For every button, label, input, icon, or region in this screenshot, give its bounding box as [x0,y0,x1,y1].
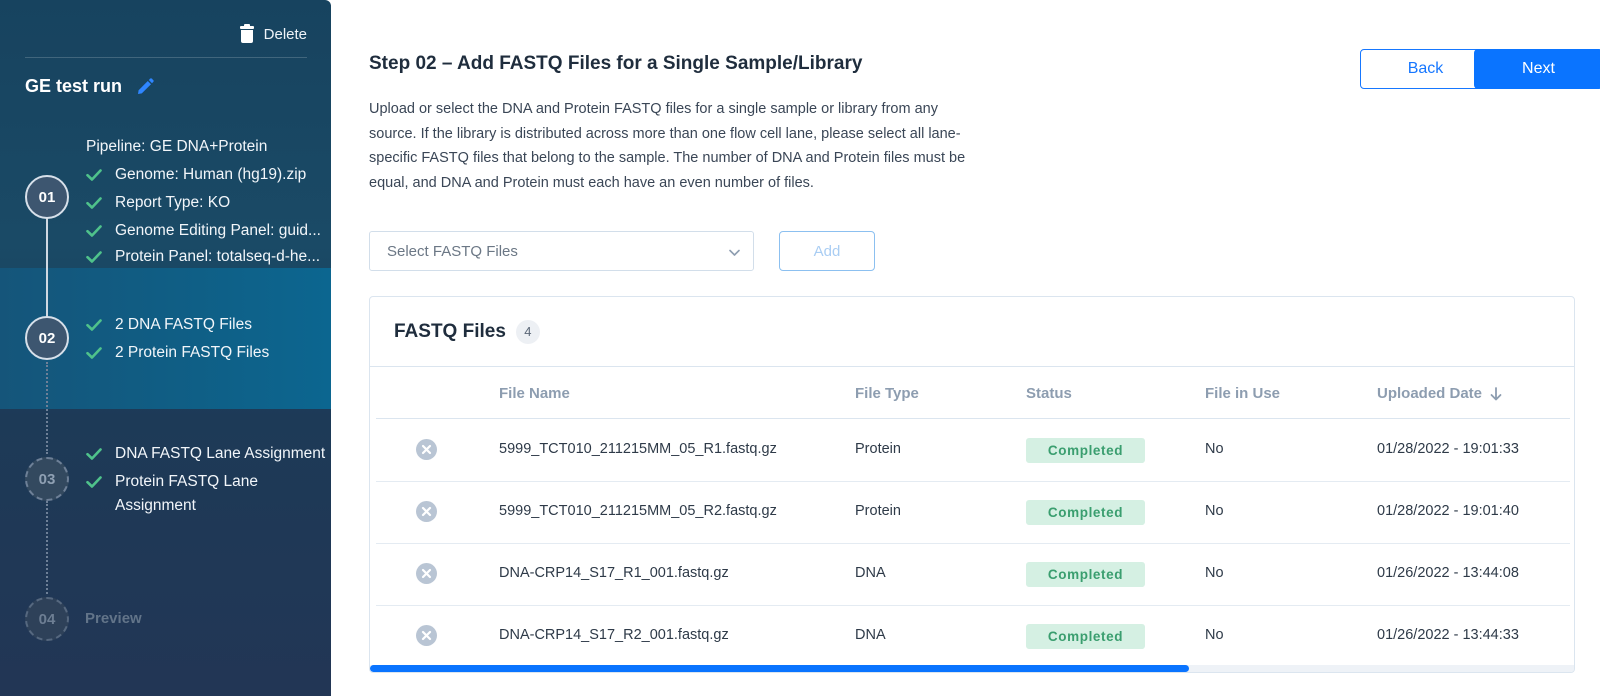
file-name-cell: DNA-CRP14_S17_R1_001.fastq.gz [499,565,729,581]
step-03-protein-lane: Protein FASTQ Lane Assignment [86,470,331,518]
file-count-badge: 4 [515,319,540,344]
trash-icon [239,24,254,43]
step-01-summary[interactable]: Pipeline: GE DNA+Protein Genome: Human (… [86,133,321,269]
fastq-file-select[interactable]: Select FASTQ Files [369,231,754,271]
step-01-report-type: Report Type: KO [86,189,321,217]
column-header-file-name[interactable]: File Name [499,385,570,402]
in-use-cell: No [1205,627,1224,643]
panel-title: FASTQ Files [394,320,506,342]
remove-circle-icon[interactable] [416,563,437,584]
main-content: Step 02 – Add FASTQ Files for a Single S… [331,0,1600,696]
step-01-protein-panel: Protein Panel: totalseq-d-he... [86,245,321,269]
in-use-cell: No [1205,441,1224,457]
uploaded-date-cell: 01/28/2022 - 19:01:33 [1377,441,1519,457]
step-03-summary[interactable]: DNA FASTQ Lane Assignment Protein FASTQ … [86,440,331,518]
step-02-dna-files: 2 DNA FASTQ Files [86,311,269,339]
file-type-cell: DNA [855,627,886,643]
file-name-cell: 5999_TCT010_211215MM_05_R1.fastq.gz [499,441,777,457]
check-icon [86,476,102,488]
next-button[interactable]: Next [1474,49,1600,89]
remove-circle-icon[interactable] [416,439,437,460]
step-02-protein-files: 2 Protein FASTQ Files [86,339,269,367]
step-02-indicator[interactable]: 02 [25,316,69,360]
check-icon [86,197,102,209]
step-03-indicator[interactable]: 03 [25,457,69,501]
status-badge: Completed [1026,438,1145,463]
uploaded-date-cell: 01/28/2022 - 19:01:40 [1377,503,1519,519]
remove-circle-icon[interactable] [416,625,437,646]
column-header-status[interactable]: Status [1026,385,1072,402]
step-04-indicator[interactable]: 04 [25,597,69,641]
file-name-cell: DNA-CRP14_S17_R2_001.fastq.gz [499,627,729,643]
step-03-dna-lane: DNA FASTQ Lane Assignment [86,440,331,468]
check-icon [86,251,102,263]
step-02-protein-files-label: 2 Protein FASTQ Files [115,344,270,361]
step-01-protein-panel-label: Protein Panel: totalseq-d-he... [115,248,321,265]
run-name: GE test run [25,76,123,96]
timeline-connector-future [46,501,48,594]
check-icon [86,319,102,331]
table-row: 5999_TCT010_211215MM_05_R2.fastq.gz Prot… [376,482,1570,544]
run-title: GE test run [25,76,154,97]
status-badge: Completed [1026,500,1145,525]
check-icon [86,347,102,359]
chevron-down-icon [729,245,740,256]
horizontal-scrollbar[interactable] [370,665,1574,672]
pencil-icon[interactable] [136,77,154,96]
column-header-file-type[interactable]: File Type [855,385,919,402]
status-badge: Completed [1026,624,1145,649]
table-row: DNA-CRP14_S17_R1_001.fastq.gz DNA Comple… [376,544,1570,606]
step-01-pipeline: Pipeline: GE DNA+Protein [86,138,268,155]
panel-header: FASTQ Files 4 [370,297,1574,367]
file-type-cell: Protein [855,441,901,457]
timeline-connector-pending [46,362,48,454]
step-01-indicator[interactable]: 01 [25,175,69,219]
file-name-cell: 5999_TCT010_211215MM_05_R2.fastq.gz [499,503,777,519]
page-title: Step 02 – Add FASTQ Files for a Single S… [369,53,863,74]
fastq-files-panel: FASTQ Files 4 File Name File Type Status… [369,296,1575,673]
uploaded-date-cell: 01/26/2022 - 13:44:08 [1377,565,1519,581]
table-row: DNA-CRP14_S17_R2_001.fastq.gz DNA Comple… [376,606,1570,668]
table-row: 5999_TCT010_211215MM_05_R1.fastq.gz Prot… [376,420,1570,482]
back-button[interactable]: Back [1360,49,1491,89]
step-01-genome: Genome: Human (hg19).zip [86,161,321,189]
column-header-file-in-use[interactable]: File in Use [1205,385,1280,402]
delete-button[interactable]: Delete [239,24,307,43]
select-placeholder: Select FASTQ Files [387,242,518,260]
step-02-dna-files-label: 2 DNA FASTQ Files [115,316,252,333]
check-icon [86,225,102,237]
add-button[interactable]: Add [779,231,875,271]
step-03-protein-lane-label: Protein FASTQ Lane Assignment [115,473,259,514]
check-icon [86,169,102,181]
step-04-preview-label[interactable]: Preview [85,610,142,627]
step-02-summary[interactable]: 2 DNA FASTQ Files 2 Protein FASTQ Files [86,311,269,367]
arrow-down-icon[interactable] [1490,386,1502,401]
file-type-cell: DNA [855,565,886,581]
delete-label: Delete [263,26,307,43]
scrollbar-thumb[interactable] [370,665,1189,672]
step-01-report-type-label: Report Type: KO [115,194,231,211]
in-use-cell: No [1205,565,1224,581]
step-01-editing-panel-label: Genome Editing Panel: guid... [115,222,321,239]
uploaded-date-label: Uploaded Date [1377,385,1483,402]
step-03-dna-lane-label: DNA FASTQ Lane Assignment [115,445,326,462]
in-use-cell: No [1205,503,1224,519]
sidebar-divider [25,57,307,58]
page-description: Upload or select the DNA and Protein FAS… [369,101,966,191]
remove-circle-icon[interactable] [416,501,437,522]
step-01-genome-label: Genome: Human (hg19).zip [115,166,307,183]
timeline-connector-done [46,214,48,319]
step-01-editing-panel: Genome Editing Panel: guid... [86,217,321,245]
status-badge: Completed [1026,562,1145,587]
uploaded-date-cell: 01/26/2022 - 13:44:33 [1377,627,1519,643]
column-header-uploaded-date[interactable]: Uploaded Date [1377,385,1502,402]
table-header: File Name File Type Status File in Use U… [376,367,1570,419]
check-icon [86,448,102,460]
wizard-sidebar: Delete GE test run 01 Pipeline: GE DNA+P… [0,0,331,696]
file-type-cell: Protein [855,503,901,519]
